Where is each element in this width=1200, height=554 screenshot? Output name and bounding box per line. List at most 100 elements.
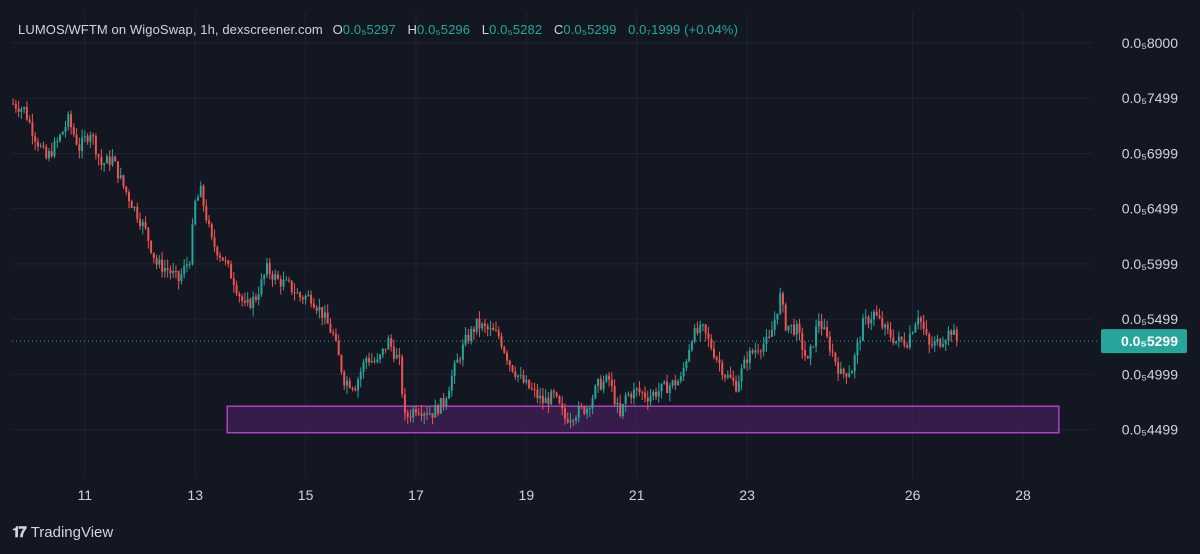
candle-body xyxy=(304,295,307,300)
candle-body xyxy=(136,206,139,220)
candle-body xyxy=(208,220,211,224)
candle-body xyxy=(456,359,459,363)
candle-body xyxy=(704,324,707,334)
candle-body xyxy=(541,395,544,404)
candle-body xyxy=(205,205,208,221)
candle-body xyxy=(70,114,73,128)
candle-body xyxy=(591,398,594,409)
candle-body xyxy=(53,141,56,157)
candle-body xyxy=(116,161,119,179)
candle-body xyxy=(141,221,144,227)
candle-body xyxy=(544,397,547,404)
time-tick-label: 17 xyxy=(408,487,424,503)
candle-body xyxy=(152,252,155,259)
candle-body xyxy=(42,145,45,147)
time-tick-label: 26 xyxy=(905,487,921,503)
candle-body xyxy=(379,354,382,360)
price-tick-label: 0.0₅5499 xyxy=(1122,311,1178,327)
candle-body xyxy=(271,274,274,280)
candle-body xyxy=(856,342,859,356)
candle-body xyxy=(486,325,489,330)
candle-body xyxy=(635,388,638,390)
candle-body xyxy=(213,237,216,247)
candle-body xyxy=(362,362,365,372)
candle-body xyxy=(555,392,558,397)
candle-body xyxy=(939,338,942,347)
last-price-badge-label: 0.0₅5299 xyxy=(1121,333,1178,349)
candle-body xyxy=(652,391,655,397)
change-value: 0.0₇1999 (+0.04%) xyxy=(628,22,739,37)
time-tick-label: 23 xyxy=(739,487,755,503)
candle-body xyxy=(310,294,313,304)
candle-body xyxy=(323,312,326,318)
candle-body xyxy=(194,200,197,225)
candle-body xyxy=(820,320,823,330)
candle-body xyxy=(166,267,169,270)
candle-body xyxy=(348,380,351,388)
candle-body xyxy=(31,122,34,136)
candle-body xyxy=(67,114,70,127)
candle-body xyxy=(536,389,539,399)
candle-body xyxy=(867,317,870,324)
candle-body xyxy=(721,362,724,376)
candle-body xyxy=(569,420,572,423)
candle-body xyxy=(75,134,78,145)
candle-body xyxy=(823,327,826,330)
candle-body xyxy=(188,264,191,266)
candle-body xyxy=(679,376,682,382)
candle-body xyxy=(23,107,26,109)
symbol-title: LUMOS/WFTM on WigoSwap, 1h, dexscreener.… xyxy=(18,22,323,37)
candle-body xyxy=(583,406,586,414)
candle-body xyxy=(831,351,834,353)
candle-body xyxy=(864,317,867,319)
candle-body xyxy=(497,330,500,336)
candle-body xyxy=(881,318,884,328)
candle-body xyxy=(914,324,917,333)
candle-body xyxy=(933,341,936,346)
candle-body xyxy=(848,373,851,377)
candle-body xyxy=(216,246,219,256)
candle-body xyxy=(448,390,451,399)
candle-body xyxy=(839,368,842,374)
candle-body xyxy=(737,381,740,392)
candle-body xyxy=(263,275,266,280)
candle-body xyxy=(365,358,368,363)
candle-body xyxy=(547,397,550,405)
open-value: 0.0₅5297 xyxy=(342,22,396,37)
candle-body xyxy=(475,318,478,332)
candle-body xyxy=(947,330,950,341)
time-tick-label: 13 xyxy=(187,487,203,503)
candle-body xyxy=(89,135,92,142)
candle-body xyxy=(47,151,50,159)
candle-body xyxy=(718,359,721,363)
candle-body xyxy=(792,324,795,335)
candle-body xyxy=(340,355,343,373)
candle-body xyxy=(765,336,768,345)
candle-body xyxy=(318,307,321,311)
tradingview-brand[interactable]: 𝟏𝟕 TradingView xyxy=(12,524,113,541)
candle-body xyxy=(955,329,958,342)
candle-body xyxy=(483,323,486,326)
candle-body xyxy=(147,227,150,241)
candle-body xyxy=(183,265,186,275)
price-chart[interactable]: 0.0₅5299 0.0₅8000 0.0₅7499 0.0₅6999 0.0₅649… xyxy=(0,0,1200,554)
candle-body xyxy=(100,156,103,165)
candle-body xyxy=(144,221,147,228)
candle-body xyxy=(191,224,194,265)
candle-body xyxy=(36,141,39,147)
candle-body xyxy=(392,346,395,359)
price-tick-label: 0.0₅6499 xyxy=(1122,201,1178,217)
candle-body xyxy=(748,350,751,363)
candle-body xyxy=(301,297,304,300)
candle-body xyxy=(210,223,213,238)
candle-body xyxy=(682,368,685,377)
candle-body xyxy=(111,156,114,165)
candle-body xyxy=(795,323,798,335)
candle-body xyxy=(701,324,704,326)
candle-body xyxy=(900,336,903,340)
candle-body xyxy=(508,360,511,366)
low-value: 0.0₅5282 xyxy=(489,22,543,37)
candle-body xyxy=(199,185,202,198)
candle-body xyxy=(724,375,727,378)
candle-body xyxy=(169,269,172,274)
